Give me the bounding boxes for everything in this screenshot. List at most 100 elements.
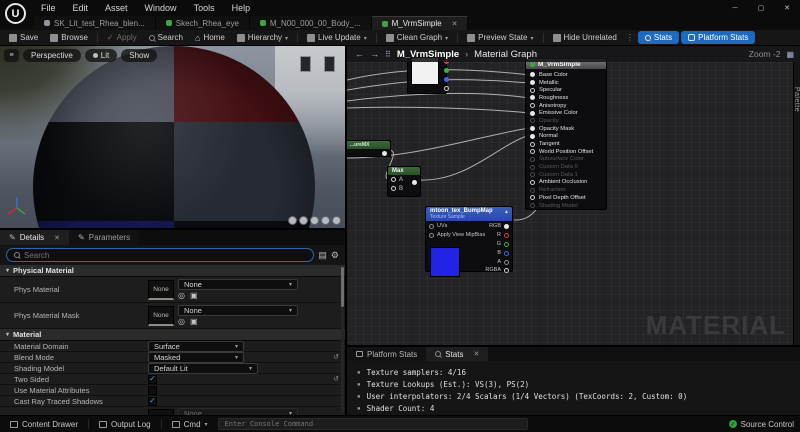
pin-opacity-mask[interactable] [530, 126, 535, 132]
clean-graph-button[interactable]: Clean Graph [381, 31, 453, 44]
menu-asset[interactable]: Asset [98, 1, 135, 15]
hierarchy-button[interactable]: Hierarchy [232, 31, 293, 44]
output-pin[interactable] [412, 180, 417, 185]
breadcrumb-material[interactable]: M_VrmSimple [397, 49, 459, 60]
sphere-preview-button[interactable] [299, 216, 308, 225]
plane-preview-button[interactable] [310, 216, 319, 225]
menu-help[interactable]: Help [225, 1, 258, 15]
output-pin-g[interactable] [444, 68, 449, 73]
menu-window[interactable]: Window [138, 1, 184, 15]
pin-specular[interactable] [530, 87, 535, 93]
view-mode-selector[interactable]: Lit [84, 49, 118, 62]
settings-gear-icon[interactable]: ⚙ [331, 250, 339, 261]
forward-arrow-icon[interactable]: → [370, 49, 379, 59]
phys-material-mask-dropdown[interactable]: None ▾ [178, 305, 298, 316]
details-search-input[interactable] [24, 250, 307, 260]
pin-tangent[interactable] [530, 141, 535, 147]
cylinder-preview-button[interactable] [288, 216, 297, 225]
tab-skech-rhea-eye[interactable]: Skech_Rhea_eye [155, 16, 250, 30]
tab-stats[interactable]: Stats ✕ [426, 347, 489, 361]
pin-base-color[interactable] [530, 72, 535, 78]
details-scrollbar[interactable] [341, 267, 344, 413]
platform-stats-toggle-button[interactable]: Platform Stats [681, 31, 756, 44]
tab-platform-stats[interactable]: Platform Stats [347, 347, 427, 361]
menu-tools[interactable]: Tools [187, 1, 222, 15]
back-arrow-icon[interactable]: ← [355, 49, 364, 59]
close-stats-icon[interactable]: ✕ [473, 350, 479, 358]
use-selected-asset-icon[interactable]: ◎ [178, 318, 185, 326]
cast-ray-traced-shadows-checkbox[interactable] [148, 396, 157, 406]
input-pin-uvs[interactable] [429, 223, 434, 229]
pin-roughness[interactable] [530, 95, 535, 101]
output-pin-b[interactable] [504, 250, 509, 256]
save-button[interactable]: Save [4, 31, 43, 44]
preview-state-button[interactable]: Preview State [462, 31, 538, 44]
two-sided-checkbox[interactable] [148, 374, 157, 384]
section-material[interactable]: ▾ Material [0, 329, 345, 341]
minimize-button[interactable]: ─ [722, 1, 748, 15]
palette-side-tab[interactable]: Palette [793, 62, 800, 345]
texture-sample-node-bumpmap[interactable]: mtoon_tex_BumpMap Texture Sample ▲ UVs A… [425, 206, 513, 277]
custom-mesh-preview-button[interactable] [332, 216, 341, 225]
stats-toggle-button[interactable]: Stats [637, 31, 680, 44]
perspective-selector[interactable]: Perspective [23, 49, 81, 62]
output-pin[interactable] [382, 151, 387, 156]
output-pin-r[interactable] [504, 232, 509, 238]
collapse-node-icon[interactable]: ▲ [504, 209, 509, 215]
pin-ambient-occlusion[interactable] [530, 179, 535, 185]
material-result-node[interactable]: M_VrmSimple Base Color Metallic Specular… [525, 58, 607, 210]
menu-edit[interactable]: Edit [66, 1, 96, 15]
live-update-button[interactable]: Live Update [302, 31, 372, 44]
menu-file[interactable]: File [34, 1, 63, 15]
reset-to-default-icon[interactable]: ↺ [333, 353, 339, 361]
phys-material-dropdown[interactable]: None ▾ [178, 279, 298, 290]
output-pin-a[interactable] [444, 86, 449, 91]
output-pin-b[interactable] [444, 77, 449, 82]
grid-settings-icon[interactable]: ▦ [786, 50, 794, 59]
pin-anisotropy[interactable] [530, 103, 535, 109]
output-log-button[interactable]: Output Log [95, 420, 155, 429]
blend-mode-dropdown[interactable]: Masked ▾ [148, 351, 244, 363]
viewport-menu-icon[interactable]: ≡ [4, 49, 19, 62]
shading-model-dropdown[interactable]: Default Lit ▾ [148, 362, 258, 374]
pin-normal[interactable] [530, 133, 535, 139]
tab-parameters[interactable]: ✎ Parameters [69, 230, 140, 245]
reset-to-default-icon[interactable]: ↺ [333, 375, 339, 383]
browse-asset-icon[interactable]: ▣ [190, 318, 198, 326]
content-drawer-button[interactable]: Content Drawer [6, 420, 82, 429]
pin-emissive-color[interactable] [530, 110, 535, 116]
tab-m-vrmsimple[interactable]: M_VrmSimple ✕ [371, 16, 469, 30]
phys-material-thumbnail[interactable]: None [148, 279, 174, 300]
home-button[interactable]: ⌂ Home [190, 31, 230, 44]
use-selected-asset-icon[interactable]: ◎ [178, 292, 185, 300]
cube-preview-button[interactable] [321, 216, 330, 225]
details-search-box[interactable] [6, 248, 315, 262]
input-pin-mipbias[interactable] [429, 232, 434, 238]
maximize-button[interactable]: ▢ [748, 1, 774, 15]
show-flags-button[interactable]: Show [121, 49, 158, 62]
output-pin-a[interactable] [504, 259, 509, 265]
cmd-selector[interactable]: Cmd ▾ [168, 420, 212, 429]
tab-details[interactable]: ✎ Details ✕ [0, 230, 70, 245]
source-control-button[interactable]: Source Control [741, 420, 794, 429]
console-command-input[interactable] [224, 420, 521, 428]
browse-button[interactable]: Browse [45, 31, 93, 44]
function-node-partial[interactable]: ...ureMX [347, 140, 391, 157]
phys-material-mask-thumbnail[interactable]: None [148, 305, 174, 326]
material-domain-dropdown[interactable]: Surface ▾ [148, 340, 244, 352]
console-command-box[interactable] [217, 418, 528, 430]
max-node[interactable]: Max A B [387, 166, 421, 197]
material-graph-canvas[interactable]: ← → ⠿ M_VrmSimple › Material Graph Zoom … [347, 46, 800, 345]
output-pin-rgb[interactable] [504, 223, 509, 229]
tab-sk-lit-test-rhea[interactable]: SK_Lit_test_Rhea_blen... [34, 16, 156, 30]
tab-m-n00-body[interactable]: M_N00_000_00_Body_... [249, 16, 372, 30]
pin-metallic[interactable] [530, 80, 535, 86]
close-details-icon[interactable]: ✕ [54, 234, 60, 242]
close-window-button[interactable]: ✕ [774, 1, 800, 15]
breadcrumb-material-graph[interactable]: Material Graph [474, 49, 537, 60]
section-physical-material[interactable]: ▾ Physical Material [0, 265, 345, 277]
hide-unrelated-button[interactable]: Hide Unrelated [548, 31, 622, 44]
search-button[interactable]: Search [144, 31, 188, 44]
apply-button[interactable]: ✓ Apply [102, 31, 142, 44]
browse-asset-icon[interactable]: ▣ [190, 292, 198, 300]
